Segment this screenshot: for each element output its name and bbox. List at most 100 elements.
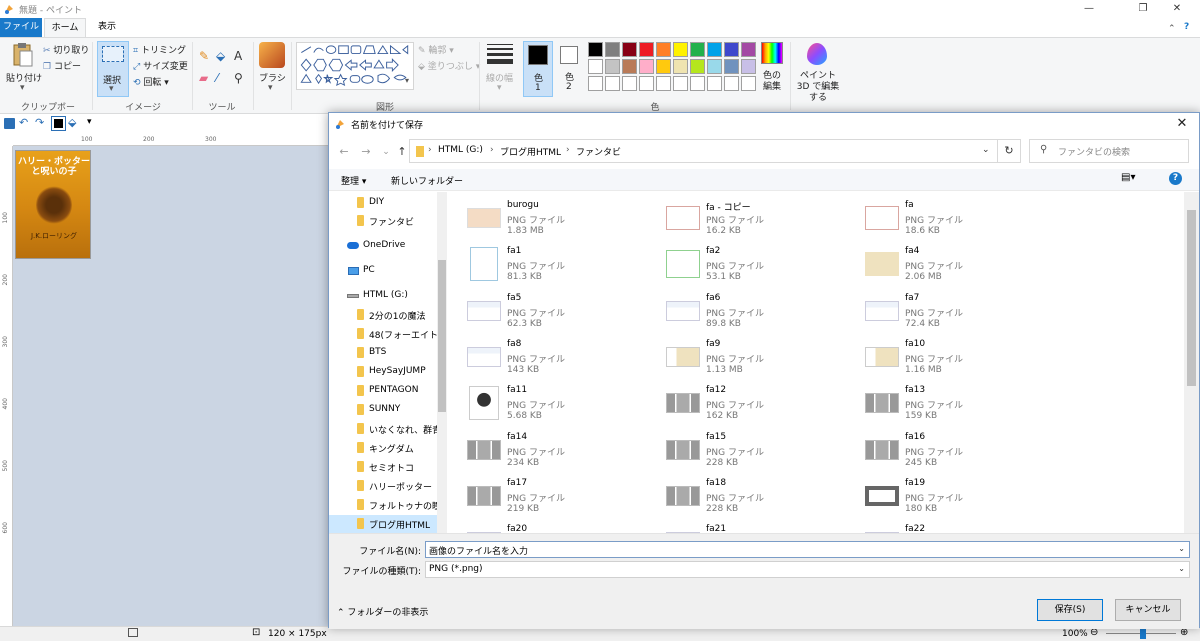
paste-dropdown-icon[interactable]: ▾ <box>20 83 25 93</box>
hide-folders-button[interactable]: ⌃ フォルダーの非表示 <box>337 605 428 618</box>
paste-icon[interactable] <box>12 42 34 68</box>
palette-color-swatch[interactable] <box>639 59 654 74</box>
fill-button[interactable]: ⬙ 塗りつぶし ▾ <box>418 59 480 73</box>
undo-icon[interactable]: ↶ <box>19 116 28 129</box>
file-list-scroll-thumb[interactable] <box>1187 210 1196 386</box>
new-folder-button[interactable]: 新しいフォルダー <box>391 174 463 187</box>
palette-color-swatch[interactable] <box>673 42 688 57</box>
file-item[interactable]: fa9 PNG ファイル 1.13 MB <box>648 335 843 381</box>
address-dropdown-icon[interactable]: ⌄ <box>982 145 990 155</box>
nav-item[interactable]: 2分の1の魔法 <box>329 306 439 324</box>
navigation-scroll-thumb[interactable] <box>438 260 446 412</box>
magnifier-icon[interactable]: ⚲ <box>234 71 243 85</box>
copy-button[interactable]: ❐ コピー <box>43 59 81 73</box>
palette-color-swatch[interactable] <box>639 42 654 57</box>
palette-empty-swatch[interactable] <box>605 76 620 91</box>
palette-empty-swatch[interactable] <box>724 76 739 91</box>
palette-color-swatch[interactable] <box>588 42 603 57</box>
rotate-button[interactable]: ⟲ 回転 ▾ <box>133 75 169 89</box>
nav-item[interactable]: いなくなれ、群青 <box>329 420 441 438</box>
line-width-icon[interactable] <box>487 42 513 64</box>
color-qat-icon[interactable] <box>51 116 66 131</box>
edit-colors-button[interactable]: 色の編集 <box>761 71 783 93</box>
color-picker-icon[interactable]: ⁄ <box>216 71 218 85</box>
tab-home[interactable]: ホーム <box>44 18 86 37</box>
file-item[interactable]: fa5 PNG ファイル 62.3 KB <box>449 289 644 335</box>
palette-color-swatch[interactable] <box>673 59 688 74</box>
outline-button[interactable]: ✎ 輪郭 ▾ <box>418 43 454 57</box>
resize-button[interactable]: ⤢ サイズ変更 <box>133 59 188 73</box>
palette-color-swatch[interactable] <box>690 42 705 57</box>
brush-icon[interactable] <box>259 42 285 68</box>
eraser-icon[interactable]: ▰ <box>199 71 208 85</box>
breadcrumb-blog[interactable]: ブログ用HTML <box>500 145 561 158</box>
file-item[interactable]: fa2 PNG ファイル 53.1 KB <box>648 242 843 288</box>
file-item[interactable]: fa21 <box>648 520 843 533</box>
search-box[interactable]: ⚲ ファンタビの検索 <box>1029 139 1189 163</box>
file-item[interactable]: fa PNG ファイル 18.6 KB <box>847 196 1042 242</box>
palette-color-swatch[interactable] <box>605 59 620 74</box>
nav-item[interactable]: 48(フォーエイト) <box>329 325 441 343</box>
palette-empty-swatch[interactable] <box>656 76 671 91</box>
nav-item[interactable]: BTS <box>329 344 439 362</box>
nav-item[interactable]: PC <box>329 262 439 280</box>
canvas-image[interactable]: ハリー・ポッターと呪いの子 J.K.ローリング <box>15 150 91 259</box>
tab-view[interactable]: 表示 <box>88 18 126 37</box>
file-item[interactable]: fa4 PNG ファイル 2.06 MB <box>847 242 1042 288</box>
file-item[interactable]: fa7 PNG ファイル 72.4 KB <box>847 289 1042 335</box>
palette-empty-swatch[interactable] <box>707 76 722 91</box>
file-list-scrollbar[interactable] <box>1184 192 1199 533</box>
nav-item[interactable]: セミオトコ <box>329 458 439 476</box>
navigation-scrollbar[interactable] <box>437 192 447 533</box>
nav-item[interactable]: HeySayJUMP <box>329 363 439 381</box>
file-item[interactable]: fa18 PNG ファイル 228 KB <box>648 474 843 520</box>
file-item[interactable]: burogu PNG ファイル 1.83 MB <box>449 196 644 242</box>
filename-dropdown-icon[interactable]: ⌄ <box>1178 544 1185 553</box>
shapes-scroll-icon[interactable]: ▾ <box>405 76 409 85</box>
nav-item[interactable]: SUNNY <box>329 401 439 419</box>
nav-item[interactable]: フォルトゥナの瞳 <box>329 496 441 514</box>
address-bar[interactable]: › HTML (G:) › ブログ用HTML › ファンタビ ⌄ <box>409 139 1021 163</box>
file-item[interactable]: fa12 PNG ファイル 162 KB <box>648 381 843 427</box>
file-item[interactable]: fa8 PNG ファイル 143 KB <box>449 335 644 381</box>
nav-item[interactable]: ハリーポッター <box>329 477 439 495</box>
select-button[interactable]: 選択 ▾ <box>97 41 129 97</box>
file-item[interactable]: fa11 PNG ファイル 5.68 KB <box>449 381 644 427</box>
shapes-gallery[interactable] <box>296 42 414 90</box>
file-item[interactable]: fa10 PNG ファイル 1.16 MB <box>847 335 1042 381</box>
nav-item[interactable]: DIY <box>329 194 439 212</box>
palette-empty-swatch[interactable] <box>741 76 756 91</box>
palette-empty-swatch[interactable] <box>639 76 654 91</box>
cut-button[interactable]: ✂ 切り取り <box>43 43 89 57</box>
help-icon[interactable]: ? <box>1169 172 1182 185</box>
redo-icon[interactable]: ↷ <box>35 116 44 129</box>
palette-color-swatch[interactable] <box>656 42 671 57</box>
palette-empty-swatch[interactable] <box>588 76 603 91</box>
file-item[interactable]: fa19 PNG ファイル 180 KB <box>847 474 1042 520</box>
color1-button[interactable]: 色 1 <box>523 41 553 97</box>
save-button[interactable]: 保存(S) <box>1037 599 1103 621</box>
filetype-select[interactable]: PNG (*.png) ⌄ <box>425 561 1190 578</box>
palette-color-swatch[interactable] <box>707 42 722 57</box>
file-item[interactable]: fa15 PNG ファイル 228 KB <box>648 428 843 474</box>
breadcrumb-drive[interactable]: HTML (G:) <box>438 145 483 155</box>
save-icon[interactable] <box>4 118 15 129</box>
fill-qat-icon[interactable]: ⬙ <box>68 116 76 129</box>
brush-dropdown-icon[interactable]: ▾ <box>268 83 273 93</box>
color2-button[interactable]: 色 2 <box>556 41 584 97</box>
palette-color-swatch[interactable] <box>724 59 739 74</box>
nav-item[interactable]: HTML (G:) <box>329 287 439 305</box>
filename-input[interactable]: 画像のファイル名を入力 ⌄ <box>425 541 1190 558</box>
palette-color-swatch[interactable] <box>724 42 739 57</box>
dialog-close-button[interactable]: ✕ <box>1173 115 1191 133</box>
palette-empty-swatch[interactable] <box>622 76 637 91</box>
file-item[interactable]: fa1 PNG ファイル 81.3 KB <box>449 242 644 288</box>
paint3d-button[interactable]: ペイント 3D で編集する <box>795 71 841 104</box>
crop-button[interactable]: ⌗ トリミング <box>133 43 186 57</box>
palette-color-swatch[interactable] <box>690 59 705 74</box>
palette-color-swatch[interactable] <box>622 59 637 74</box>
palette-color-swatch[interactable] <box>588 59 603 74</box>
palette-color-swatch[interactable] <box>741 59 756 74</box>
cancel-button[interactable]: キャンセル <box>1115 599 1181 621</box>
collapse-ribbon-icon[interactable]: ⌃ <box>1168 24 1176 34</box>
